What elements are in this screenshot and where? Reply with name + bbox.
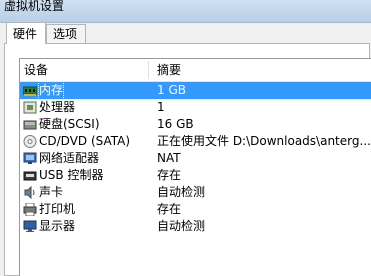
processor-icon: [23, 101, 37, 114]
device-summary: 1: [157, 100, 165, 114]
hardware-panel: 设备 摘要 内存 1 GB 处理器 1 硬盘(SCSI) 16 GB CD/DV…: [4, 43, 371, 276]
device-row-printer[interactable]: 打印机 存在: [20, 201, 371, 218]
device-row-memory[interactable]: 内存 1 GB: [20, 81, 371, 100]
device-row-display[interactable]: 显示器 自动检测: [20, 218, 371, 235]
device-name: 显示器: [39, 219, 76, 233]
device-name: 内存: [37, 81, 65, 100]
vm-settings-window: 虚拟机设置 硬件 选项 设备 摘要 内存 1 GB 处理器 1 硬盘(SCSI)…: [0, 0, 371, 276]
device-row-network-adapter[interactable]: 网络适配器 NAT: [20, 150, 371, 167]
column-divider[interactable]: [148, 61, 149, 79]
device-summary: 存在: [157, 168, 182, 182]
tab-strip: 硬件 选项: [0, 22, 371, 44]
device-summary: 1 GB: [157, 83, 186, 97]
memory-icon: [23, 84, 37, 97]
device-name: USB 控制器: [39, 168, 104, 182]
window-title: 虚拟机设置: [4, 0, 65, 13]
device-row-processor[interactable]: 处理器 1: [20, 99, 371, 116]
device-name: 处理器: [39, 100, 76, 114]
device-summary: 自动检测: [157, 219, 206, 233]
hard-disk-icon: [23, 118, 37, 131]
device-row-sound-card[interactable]: 声卡 自动检测: [20, 184, 371, 201]
device-summary: NAT: [157, 151, 181, 165]
cd-dvd-icon: [23, 135, 37, 148]
device-name: CD/DVD (SATA): [39, 134, 131, 148]
device-name: 声卡: [39, 185, 64, 199]
network-adapter-icon: [23, 152, 37, 165]
device-summary: 存在: [157, 202, 182, 216]
usb-controller-icon: [23, 169, 37, 182]
title-bar[interactable]: 虚拟机设置: [0, 0, 371, 23]
device-list[interactable]: 设备 摘要 内存 1 GB 处理器 1 硬盘(SCSI) 16 GB CD/DV…: [19, 58, 371, 276]
device-name: 硬盘(SCSI): [39, 117, 100, 131]
device-summary: 自动检测: [157, 185, 206, 199]
column-header-summary[interactable]: 摘要: [157, 59, 181, 81]
device-name: 打印机: [39, 202, 76, 216]
device-row-hard-disk[interactable]: 硬盘(SCSI) 16 GB: [20, 116, 371, 133]
device-row-usb-controller[interactable]: USB 控制器 存在: [20, 167, 371, 184]
column-header-device[interactable]: 设备: [24, 59, 48, 81]
device-summary: 16 GB: [157, 117, 194, 131]
tab-options[interactable]: 选项: [46, 24, 86, 43]
list-header: 设备 摘要: [20, 59, 371, 82]
device-row-cd-dvd[interactable]: CD/DVD (SATA) 正在使用文件 D:\Downloads\anterg…: [20, 133, 371, 150]
sound-card-icon: [23, 186, 37, 199]
device-name: 网络适配器: [39, 151, 100, 165]
printer-icon: [23, 203, 37, 216]
tab-hardware[interactable]: 硬件: [6, 22, 46, 44]
device-summary: 正在使用文件 D:\Downloads\anterg...: [157, 134, 371, 148]
display-icon: [23, 220, 37, 233]
